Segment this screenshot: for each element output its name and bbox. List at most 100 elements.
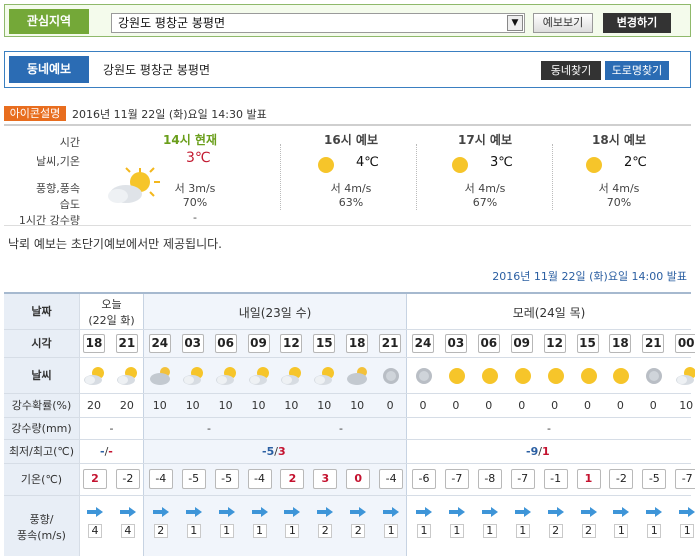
forecast-wind: 서 4m/s <box>464 182 506 195</box>
time-cell: 21 <box>115 334 138 353</box>
lightning-notice: 낙뢰 예보는 초단기예보에서만 제공됩니다. <box>8 237 222 251</box>
forecast-18: 18시 예보 2℃ 서 4m/s 70% <box>554 131 684 216</box>
wind-arrow-icon <box>646 507 663 517</box>
pop-cell: 0 <box>584 399 591 412</box>
sunny-icon <box>452 157 468 173</box>
wind-speed: 1 <box>482 524 497 538</box>
forecast-humidity: 67% <box>472 196 498 209</box>
overcast-icon <box>646 368 663 384</box>
temp-cell: 3 <box>313 469 338 489</box>
dong-label: 동네예보 <box>9 56 89 83</box>
wind-arrow-icon <box>416 507 432 517</box>
temp-cell: -7 <box>675 469 695 489</box>
wind-speed: 1 <box>384 524 399 538</box>
now-rain: - <box>193 211 197 224</box>
time-cell: 15 <box>313 334 336 353</box>
wind-arrow-icon <box>284 507 301 517</box>
now-humidity: 70% <box>182 196 208 209</box>
icon-legend-button[interactable]: 아이콘설명 <box>4 106 66 121</box>
wind-arrow-icon <box>613 507 630 517</box>
today-label: 오늘 <box>101 298 122 311</box>
pop-cell: 10 <box>284 399 299 412</box>
temp-cell: 2 <box>83 469 107 489</box>
region-label: 관심지역 <box>9 9 89 34</box>
sunny-icon <box>580 368 597 384</box>
cloudy-sun-icon <box>215 367 236 385</box>
wind-speed: 2 <box>351 524 366 538</box>
time-cell: 18 <box>609 334 632 353</box>
time-cell: 06 <box>477 334 500 353</box>
find-road-button[interactable]: 도로명찾기 <box>605 61 669 80</box>
sunny-icon <box>547 368 564 384</box>
temp-cell: -5 <box>214 469 239 489</box>
wind-speed: 1 <box>647 524 662 538</box>
pop-cell: 0 <box>551 399 559 412</box>
cloudy-icon <box>347 367 368 385</box>
time-cell: 06 <box>214 334 237 353</box>
rain-cell: - <box>109 422 114 435</box>
wind-speed: 2 <box>318 524 333 538</box>
sunny-icon <box>448 368 465 384</box>
minmax-header: 최저/최고(℃) <box>4 440 80 463</box>
wind-speed: 2 <box>581 524 596 538</box>
label-weather: 날씨,기온 <box>36 155 80 168</box>
wind-arrow-icon <box>317 507 334 517</box>
pop-cell: 10 <box>218 399 233 412</box>
cloudy-sun-icon <box>281 367 302 385</box>
wind-arrow-icon <box>448 507 465 517</box>
wind-arrow-icon <box>679 507 695 517</box>
time-cell: 03 <box>181 334 204 353</box>
time-cell: 18 <box>83 334 105 353</box>
wind-arrow-icon <box>185 507 202 517</box>
region-select[interactable]: 강원도 평창군 봉평면 ▼ <box>111 13 525 33</box>
forecast-grid: 날짜 오늘 (22일 화) 내일(23일 수) 모레(24일 목) 시각 18 2… <box>4 292 695 556</box>
temp-cell: -7 <box>444 469 469 489</box>
divider <box>4 225 691 226</box>
pop-cell: 0 <box>485 399 493 412</box>
temp-cell: -4 <box>247 469 272 489</box>
overcast-icon <box>416 368 432 384</box>
pop-row: 강수확률(%) 20 20 10 10 10 10 10 10 10 0 0 0 0 0 0 0 0 0 10 <box>4 394 693 418</box>
forecast-16: 16시 예보 4℃ 서 4m/s 63% <box>286 131 416 216</box>
wind-arrow-icon <box>87 507 103 517</box>
pop-cell: 20 <box>119 399 134 412</box>
temp-header: 기온(℃) <box>4 464 80 495</box>
temp-cell: -2 <box>609 469 634 489</box>
pop-cell: 0 <box>452 399 460 412</box>
pop-cell: 0 <box>649 399 657 412</box>
cloudy-icon <box>149 367 170 385</box>
wind-speed: 1 <box>680 524 695 538</box>
cloudy-sun-icon <box>84 367 104 385</box>
wind-arrow-icon <box>547 507 564 517</box>
temp-cell: -4 <box>379 469 404 489</box>
temp-cell: -6 <box>412 469 436 489</box>
wind-speed: 1 <box>219 524 234 538</box>
change-region-button[interactable]: 변경하기 <box>603 13 671 33</box>
chevron-down-icon[interactable]: ▼ <box>507 15 523 31</box>
temp-cell: 1 <box>576 469 601 489</box>
label-wind: 풍향,풍속 <box>36 182 80 195</box>
view-forecast-button[interactable]: 예보보기 <box>533 13 593 33</box>
rain-cell: - <box>547 422 551 435</box>
tomorrow-label: 내일(23일 수) <box>238 306 312 320</box>
temp-cell: -4 <box>148 469 173 489</box>
sunny-icon <box>613 368 630 384</box>
find-dong-button[interactable]: 동네찾기 <box>541 61 601 80</box>
dayafter-label: 모레(24일 목) <box>512 306 586 320</box>
label-humidity: 습도 <box>59 198 80 211</box>
time-cell: 21 <box>642 334 665 353</box>
now-title: 14시 현재 <box>163 133 217 147</box>
forecast-title: 17시 예보 <box>458 133 512 147</box>
cloudy-sun-icon <box>182 367 203 385</box>
wind-arrow-icon <box>152 507 169 517</box>
temp-row: 기온(℃) 2 -2 -4 -5 -5 -4 2 3 0 -4 -6 -7 -8 -7 -1 1 -2 -5 -7 <box>4 464 695 496</box>
wind-header: 풍향/ 풍속(m/s) <box>4 496 80 556</box>
sunny-icon <box>481 368 498 384</box>
temp-cell: -5 <box>642 469 667 489</box>
rain-row: 강수량(mm) - - - - <box>4 418 691 440</box>
sunny-icon <box>514 368 531 384</box>
temp-cell: -7 <box>510 469 535 489</box>
wind-arrow-icon <box>514 507 531 517</box>
pop-cell: 10 <box>317 399 332 412</box>
dayafter-minmax: -9/1 <box>526 445 550 458</box>
